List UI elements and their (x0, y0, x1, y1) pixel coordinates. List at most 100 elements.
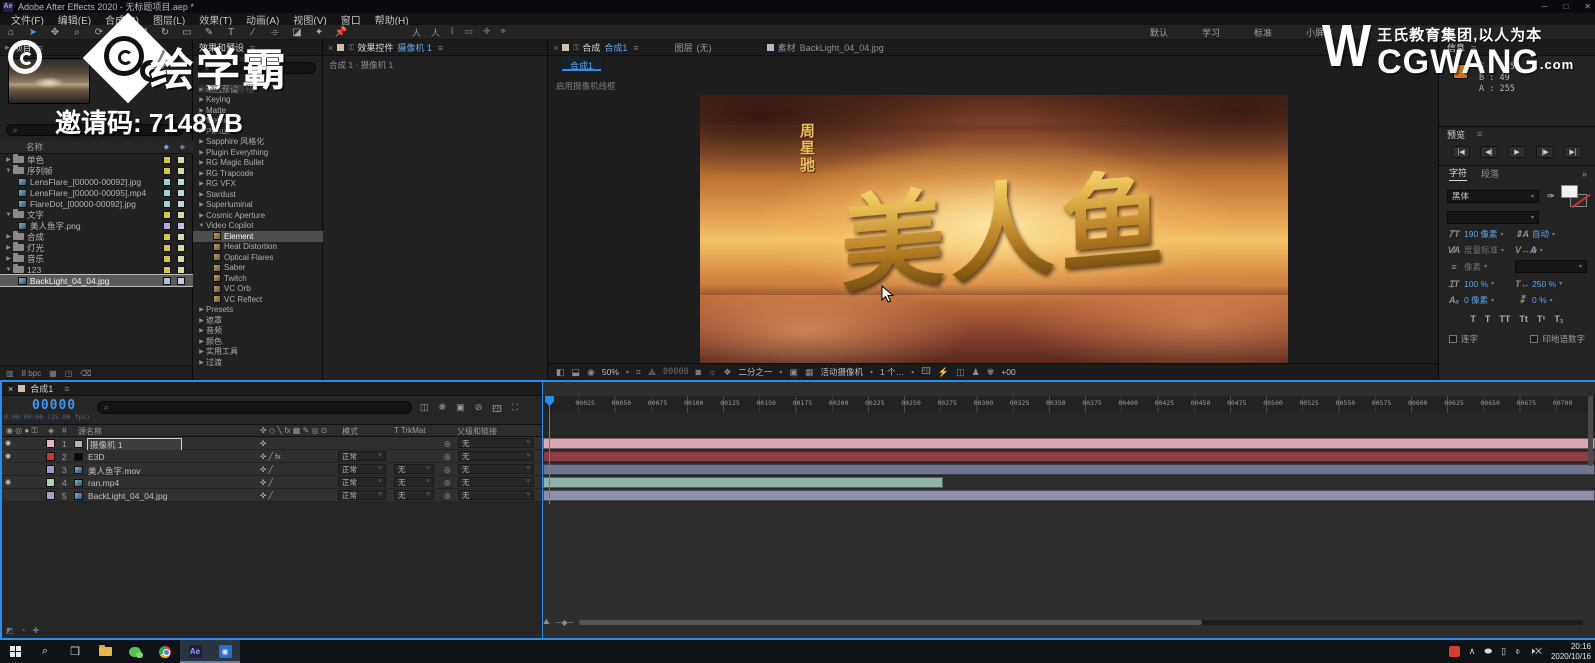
mask-visibility-icon[interactable]: ⟁ (648, 367, 656, 378)
hamburger-icon[interactable]: ≡ (64, 384, 69, 394)
time-ruler[interactable]: 00025 00050 00075 00100 00125 00150 00175 00200… (543, 396, 1595, 413)
layer-bar-row[interactable] (543, 489, 1595, 502)
chevron-up-icon[interactable]: ∧ (1469, 646, 1476, 657)
composition-subtab[interactable]: 合成1 (562, 58, 602, 71)
label-color-chip[interactable] (163, 243, 171, 252)
font-style-select[interactable]: ▾ (1447, 211, 1539, 224)
fill-stroke-swatches[interactable] (1561, 185, 1587, 207)
timeline-option-icon[interactable]: ◫ (420, 402, 429, 418)
dolly-camera-tool-icon[interactable]: ⤢ (132, 27, 154, 38)
layer-label-chip[interactable] (46, 478, 55, 487)
layer-label-chip[interactable] (46, 491, 55, 500)
wechat-taskbar-button[interactable] (120, 640, 150, 663)
project-file-row[interactable]: LensFlare_[00000-00095].mp4 (0, 187, 193, 198)
label-color-chip[interactable] (163, 265, 171, 274)
project-file-row[interactable]: 美人鱼字.png (0, 220, 193, 231)
effect-category-row[interactable]: ▶ 动画预设 (193, 84, 323, 95)
toolbar-extra-icon[interactable]: 人 (412, 26, 421, 39)
project-file-row[interactable]: LensFlare_[00000-00092].jpg (0, 176, 193, 187)
rotation-tool-icon[interactable]: ↻ (154, 27, 176, 38)
twirl-icon[interactable]: ▶ (197, 201, 206, 208)
label-color-chip[interactable] (163, 199, 171, 208)
eyedropper-icon[interactable]: ✑ (1543, 191, 1557, 202)
layer-label-chip[interactable] (46, 465, 55, 474)
label-column-icon[interactable]: ◈ (180, 143, 185, 151)
layer-bar-row[interactable] (543, 463, 1595, 476)
leading-value[interactable]: 自动 (1532, 228, 1549, 240)
hamburger-icon[interactable]: ≡ (38, 43, 43, 53)
project-bit-depth[interactable]: 8 bpc (22, 369, 42, 378)
timeline-option-icon[interactable]: 🖽 (492, 402, 502, 418)
faux-style-button[interactable]: TT (1499, 314, 1510, 324)
layer-bar-row[interactable] (543, 450, 1595, 463)
timeline-layer-row[interactable]: 3 美人鱼字.mov ✜ ╱ 正常 ˅ 无 ˅ ◎ 无 ˅ (2, 463, 542, 476)
composition-image[interactable]: 周星驰 美人鱼 (700, 95, 1288, 363)
zoom-tool-icon[interactable]: ⌕ (66, 27, 88, 38)
home-icon[interactable]: ⌂ (0, 27, 22, 38)
close-button[interactable]: ✕ (1584, 2, 1591, 11)
lock-icon[interactable]: ⚿ (573, 43, 579, 53)
faux-style-button[interactable]: T₁ (1554, 314, 1563, 324)
parent-link-column[interactable]: 父级和链接 (457, 426, 497, 437)
hamburger-icon[interactable]: ≡ (438, 43, 443, 53)
eye-icon[interactable]: ◉ (587, 367, 595, 378)
parent-pickwhip-icon[interactable]: ◎ (444, 439, 451, 448)
twirl-icon[interactable]: ▼ (4, 168, 13, 174)
timeline-comp-tab[interactable]: 合成1 (30, 382, 53, 395)
label-color-chip[interactable] (163, 254, 171, 263)
twirl-icon[interactable]: ▼ (4, 267, 13, 273)
reset-exposure-icon[interactable]: ✾ (987, 367, 995, 378)
start-taskbar-button[interactable] (0, 640, 30, 663)
tab-effect-controls[interactable]: 效果控件 (357, 41, 393, 54)
blend-mode-select[interactable]: 正常 ˅ (338, 477, 386, 487)
timeline-option-icon[interactable]: ⊘ (475, 402, 483, 418)
after-effects-taskbar-button[interactable]: Ae (180, 640, 210, 663)
shape-tool-icon[interactable]: ▭ (176, 27, 198, 38)
layer-duration-bar[interactable] (543, 450, 1595, 462)
taskbar-clock[interactable]: 20:16 2020/10/16 (1551, 642, 1591, 661)
hamburger-icon[interactable]: ≡ (1471, 43, 1476, 53)
effect-item-row[interactable]: Twitch (193, 273, 323, 284)
tracks-vertical-scrollbar[interactable] (1588, 396, 1593, 466)
toolbar-extra-icon[interactable]: ▭ (464, 26, 473, 39)
timeline-option-icon[interactable]: ⛶ (512, 402, 518, 418)
vertical-scale-value[interactable]: 100 % (1464, 279, 1488, 289)
fill-color-swatch[interactable] (1561, 185, 1578, 198)
tab-effects-presets[interactable]: 效果和预设 (199, 41, 244, 54)
parent-pickwhip-icon[interactable]: ◎ (444, 452, 451, 461)
project-file-row[interactable]: FlareDot_[00000-00092].jpg (0, 198, 193, 209)
effect-item-row[interactable]: VC Orb (193, 284, 323, 295)
volume-muted-icon[interactable]: 🕨✕ (1529, 646, 1542, 657)
sort-icon[interactable]: ◆ (164, 143, 169, 151)
effect-item-row[interactable]: Saber (193, 263, 323, 274)
project-folder-row[interactable]: ▶ 单色 (0, 154, 193, 165)
timeline-search-input[interactable]: ⌕ (97, 401, 412, 414)
task-view-taskbar-button[interactable]: ❐ (60, 640, 90, 663)
shy-layers-icon[interactable]: ◩ (6, 626, 14, 635)
effect-category-row[interactable]: ▶ Mettle (193, 116, 323, 127)
effect-category-row[interactable]: ▶ Plexus (193, 126, 323, 137)
trkmat-select[interactable]: 无 ˅ (394, 464, 434, 474)
twirl-icon[interactable]: ▶ (197, 107, 206, 114)
brush-tool-icon[interactable]: ∕ (242, 27, 264, 38)
tab-preview[interactable]: 预览 (1447, 128, 1465, 141)
parent-select[interactable]: 无 ˅ (458, 490, 534, 500)
footage-tab-name[interactable]: BackLight_04_04.jpg (800, 43, 884, 53)
twirl-icon[interactable]: ▶ (197, 306, 206, 313)
tab-paragraph[interactable]: 段落 (1481, 167, 1499, 180)
twirl-icon[interactable]: ▶ (197, 348, 206, 355)
pixel-aspect-icon[interactable]: 🖽 (921, 364, 931, 380)
effect-category-row[interactable]: ▶ 音频 (193, 326, 323, 337)
trkmat-select[interactable]: 无 ˅ (394, 477, 434, 487)
twirl-icon[interactable]: ▶ (197, 96, 206, 103)
interpret-footage-icon[interactable]: ▥ (6, 369, 14, 378)
effect-category-row[interactable]: ▶ Superluminal (193, 200, 323, 211)
toolbar-extra-icon[interactable]: 人 (431, 26, 440, 39)
twirl-icon[interactable]: ▶ (197, 128, 206, 135)
kerning-value[interactable]: 度量标准 (1464, 244, 1498, 256)
parent-pickwhip-icon[interactable]: ◎ (444, 465, 451, 474)
timeline-layer-row[interactable]: ◉ 4 ran.mp4 ✜ ╱ 正常 ˅ 无 ˅ ◎ 无 ˅ (2, 476, 542, 489)
step-back-button[interactable]: ◀| (1480, 146, 1498, 158)
close-tab-icon[interactable]: × (328, 43, 333, 53)
timeline-tracks-area[interactable]: 00025 00050 00075 00100 00125 00150 00175 00200… (543, 382, 1595, 638)
